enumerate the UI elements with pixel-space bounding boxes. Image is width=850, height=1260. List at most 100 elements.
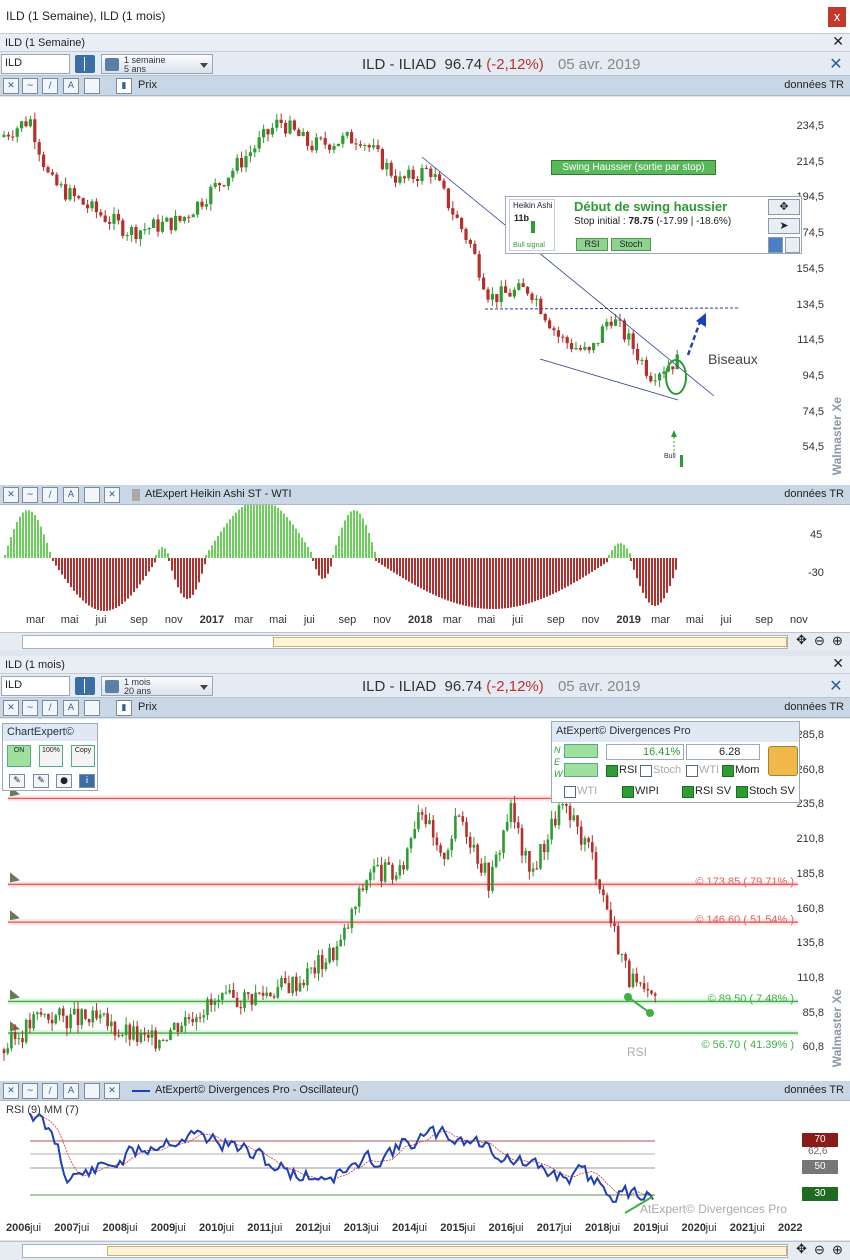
- pane1-scroll-track[interactable]: [22, 635, 788, 649]
- ap-icon[interactable]: A: [63, 78, 79, 94]
- price-candle: [42, 154, 46, 168]
- sub-window-icon[interactable]: [84, 487, 100, 503]
- p2-window-icon[interactable]: [84, 700, 100, 716]
- osc-close-icon[interactable]: ✕: [104, 1083, 120, 1099]
- price-candle: [454, 815, 457, 839]
- div-wti2-check[interactable]: WTI: [564, 785, 597, 798]
- ce-info-icon[interactable]: i: [79, 774, 95, 788]
- pane2-scroll-thumb[interactable]: [107, 1246, 787, 1256]
- price-candle: [640, 359, 644, 361]
- price-candle: [178, 215, 182, 221]
- p2-line-icon[interactable]: /: [42, 700, 58, 716]
- line-tool-icon[interactable]: /: [42, 78, 58, 94]
- pane1-period-select[interactable]: 1 semaine 5 ans: [101, 54, 213, 74]
- pane2-zoom-in-icon[interactable]: ⊕: [832, 1242, 843, 1258]
- heikin-bar-up: [295, 528, 297, 558]
- pane2-move-icon[interactable]: ✥: [796, 1242, 807, 1257]
- pane2-price-chart[interactable]: 285,8 260,8 235,8 210,8 185,8 160,8 135,8 110,8…: [0, 719, 850, 1081]
- sub-ap-icon[interactable]: A: [63, 487, 79, 503]
- div-rsi-check[interactable]: RSI: [606, 764, 637, 777]
- chartexpert-copy-button[interactable]: Copy: [71, 745, 95, 767]
- div-rsisv-check[interactable]: RSI SV: [682, 785, 731, 798]
- price-candle: [526, 286, 530, 294]
- pane1-scrollbar[interactable]: ✥ ⊖ ⊕: [0, 632, 850, 650]
- chart-icon[interactable]: [785, 237, 800, 253]
- candle-icon[interactable]: ▮: [116, 78, 132, 94]
- p2-tools-icon[interactable]: ✕: [3, 700, 19, 716]
- pane1-zoom-out-icon[interactable]: ⊖: [814, 633, 825, 649]
- indicator-icon[interactable]: ~: [22, 78, 38, 94]
- window-icon[interactable]: [84, 78, 100, 94]
- price-candle: [424, 814, 428, 825]
- div-wti-check[interactable]: WTI: [686, 764, 719, 777]
- swing-rsi-button[interactable]: RSI: [576, 238, 608, 251]
- p2-indicator-icon[interactable]: ~: [22, 700, 38, 716]
- p2-ap-icon[interactable]: A: [63, 700, 79, 716]
- sub-line-icon[interactable]: /: [42, 487, 58, 503]
- move-icon[interactable]: ✥: [768, 199, 800, 215]
- price-candle: [517, 822, 520, 829]
- heikin-bar-up: [338, 535, 340, 558]
- price-candle: [184, 1017, 187, 1026]
- pane1-symbol-input[interactable]: ILD: [1, 54, 70, 74]
- osc-tools-icon[interactable]: ✕: [3, 1083, 19, 1099]
- div-bell-icon[interactable]: [768, 746, 798, 776]
- pane2-book-icon[interactable]: [75, 677, 95, 695]
- swing-status: Swing Haussier (sortie par stop): [551, 160, 716, 175]
- div-stochsv-check[interactable]: Stoch SV: [736, 785, 795, 798]
- price-candle: [39, 1012, 43, 1015]
- chart-link-icon[interactable]: [768, 237, 783, 253]
- swing-stoch-button[interactable]: Stoch: [611, 238, 651, 251]
- heikin-bar-down: [486, 558, 488, 609]
- pane2-scrollbar[interactable]: ✥ ⊖ ⊕: [0, 1241, 850, 1260]
- pane1-scroll-thumb[interactable]: [273, 637, 787, 647]
- heikin-bar-down: [447, 558, 449, 601]
- div-w-button[interactable]: [564, 763, 598, 777]
- pane2-scroll-track[interactable]: [22, 1244, 788, 1258]
- p2-candle-icon[interactable]: ▮: [116, 700, 132, 716]
- price-candle: [324, 962, 328, 970]
- swing-heading: Début de swing haussier: [574, 199, 728, 214]
- pane2-settings-icon[interactable]: ✕: [826, 676, 846, 696]
- pane2-zoom-out-icon[interactable]: ⊖: [814, 1242, 825, 1258]
- heikin-bar-down: [474, 558, 476, 608]
- div-stoch-check[interactable]: Stoch: [640, 764, 681, 777]
- xtick-label: 2018: [585, 1222, 610, 1234]
- osc-line-swatch: [132, 1090, 150, 1092]
- pane1-move-icon[interactable]: ✥: [796, 633, 807, 648]
- ce-color-icon[interactable]: ●: [56, 774, 72, 788]
- osc-ap-icon[interactable]: A: [63, 1083, 79, 1099]
- sub-tools-icon[interactable]: ✕: [3, 487, 19, 503]
- pane2-osc-chart[interactable]: RSI (9) MM (7) 70 62,6 50 30 AtExpert© D…: [0, 1101, 850, 1240]
- chartexpert-100-button[interactable]: 100%: [39, 745, 63, 767]
- heikin-bar-down: [97, 558, 99, 611]
- window-close-button[interactable]: x: [828, 7, 846, 27]
- chartexpert-on-button[interactable]: ON: [7, 745, 31, 767]
- heikin-bar-up: [614, 545, 616, 558]
- heikin-bar-down: [504, 558, 506, 609]
- div-mom-check[interactable]: Mom: [722, 764, 759, 777]
- ce-tool-icon[interactable]: ✎: [9, 774, 25, 788]
- pane1-zoom-in-icon[interactable]: ⊕: [832, 633, 843, 649]
- osc-window-icon[interactable]: [84, 1083, 100, 1099]
- pane1-book-icon[interactable]: [75, 55, 95, 73]
- tools-icon[interactable]: ✕: [3, 78, 19, 94]
- heikin-bar-down: [603, 558, 605, 565]
- pane2-symbol-input[interactable]: ILD: [1, 676, 70, 696]
- div-wipi-check[interactable]: WIPI: [622, 785, 659, 798]
- arrow-right-icon[interactable]: ➤: [768, 218, 800, 234]
- pane1-price-chart[interactable]: 234,5 214,5 194,5 174,5 154,5 134,5 114,5 94,5 7…: [0, 97, 850, 485]
- sub-indicator-icon[interactable]: ~: [22, 487, 38, 503]
- osc-line-icon[interactable]: /: [42, 1083, 58, 1099]
- pane2-close-icon[interactable]: ✕: [832, 656, 844, 672]
- osc-indicator-icon[interactable]: ~: [22, 1083, 38, 1099]
- pane1-settings-icon[interactable]: ✕: [826, 54, 846, 74]
- pane1-close-icon[interactable]: ✕: [832, 34, 844, 50]
- heikin-bar-down: [501, 558, 503, 609]
- pane1-heikin-chart[interactable]: 45 -30 mar mai jui sep nov 2017 mar mai jui sep no…: [0, 505, 850, 632]
- pane2-period-select[interactable]: 1 mois 20 ans: [101, 676, 213, 696]
- ce-edit-icon[interactable]: ✎: [33, 774, 49, 788]
- div-n-button[interactable]: [564, 744, 598, 758]
- sub-close-icon[interactable]: ✕: [104, 487, 120, 503]
- heikin-bar-down: [654, 558, 656, 606]
